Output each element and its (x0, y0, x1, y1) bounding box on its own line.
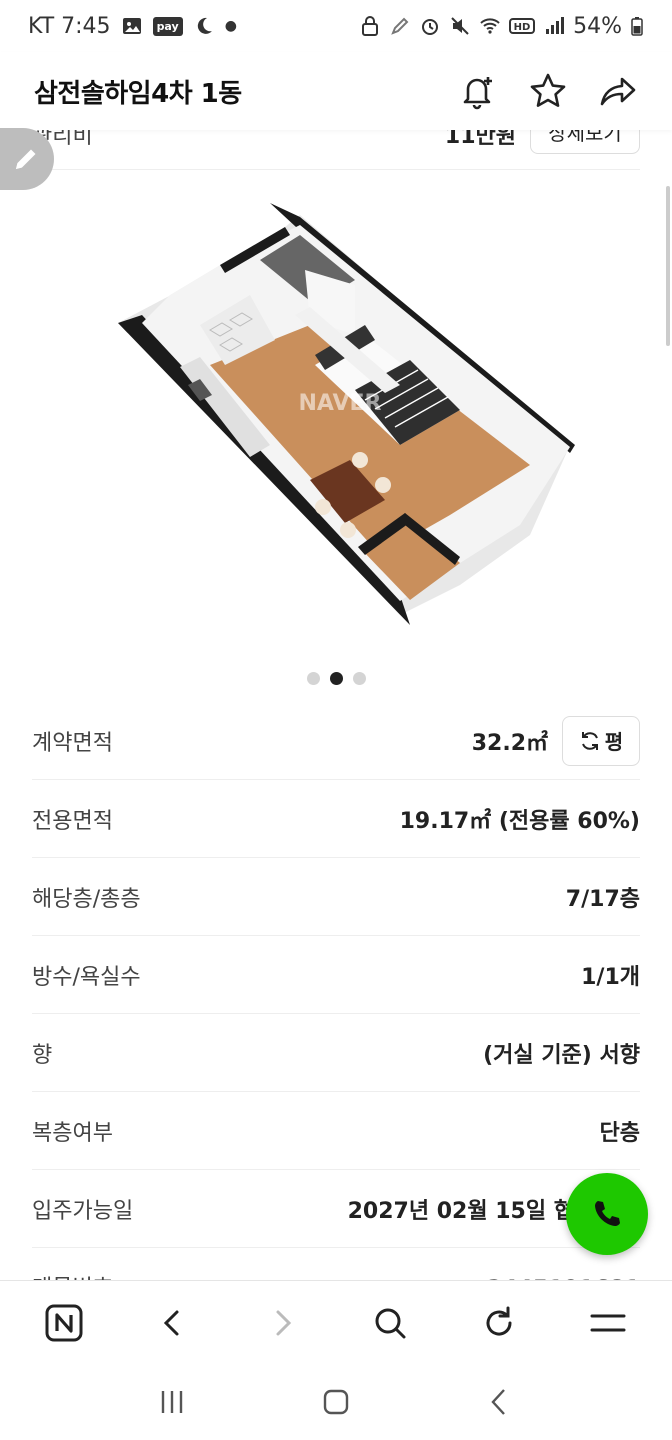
info-label: 해당층/총층 (32, 886, 141, 912)
info-row-floor: 해당층/총층 7/17층 (32, 858, 640, 936)
system-back-button[interactable] (475, 1377, 525, 1427)
moon-icon (197, 17, 212, 34)
menu-button[interactable] (580, 1295, 636, 1351)
mute-icon (451, 17, 469, 35)
pencil-icon (16, 149, 36, 169)
forward-button[interactable] (254, 1295, 310, 1351)
call-button[interactable] (566, 1173, 648, 1255)
info-row-contract-area: 계약면적 32.2㎡ 평 (32, 702, 640, 780)
home-button[interactable] (311, 1377, 361, 1427)
edit-button[interactable] (0, 128, 54, 190)
hamburger-icon (590, 1314, 626, 1331)
watermark-text: NAVER (299, 391, 382, 416)
chevron-left-icon (163, 1310, 179, 1335)
info-value: 2027년 02월 15일 협 (347, 1198, 574, 1224)
info-label: 방수/욕실수 (32, 964, 141, 990)
add-alert-button[interactable] (458, 71, 498, 111)
recent-apps-icon (161, 1391, 183, 1413)
info-label: 계약면적 (32, 730, 113, 756)
info-value: 32.2㎡ (471, 730, 548, 756)
carousel-dot[interactable] (352, 672, 366, 685)
refresh-button[interactable] (471, 1295, 527, 1351)
favorite-button[interactable] (528, 71, 568, 111)
info-row-exclusive-area: 전용면적 19.17㎡ (전용률 60%) (32, 780, 640, 858)
lock-icon (362, 16, 379, 36)
dot-icon: ● (224, 18, 237, 34)
reload-icon (486, 1306, 512, 1336)
info-value: 19.17㎡ (전용률 60%) (399, 808, 640, 834)
pay-icon: pay (152, 16, 183, 36)
battery-percent: 54% (573, 13, 622, 39)
share-arrow-icon (600, 77, 636, 106)
info-value: (거실 기준) 서향 (483, 1042, 640, 1068)
unit-convert-label: 평 (604, 730, 624, 754)
info-label: 향 (32, 1042, 53, 1068)
alarm-icon (422, 19, 439, 35)
info-row-move-in-date: 입주가능일 2027년 02월 15일 협 (32, 1170, 640, 1248)
recent-apps-button[interactable] (147, 1377, 197, 1427)
back-button[interactable] (145, 1295, 201, 1351)
svg-text:HD: HD (514, 22, 531, 33)
info-row-duplex: 복층여부 단층 (32, 1092, 640, 1170)
search-icon (375, 1308, 406, 1338)
hd-icon: HD (509, 18, 536, 34)
page-title: 삼전솔하임4차 1동 (34, 78, 242, 109)
info-value: 1/1개 (581, 964, 640, 990)
info-row-direction: 향 (거실 기준) 서향 (32, 1014, 640, 1092)
info-value: 7/17층 (565, 886, 640, 912)
status-bar: KT 7:45 pay ● HD 54% (0, 0, 672, 52)
refresh-icon (581, 731, 598, 750)
gallery-icon (122, 18, 141, 34)
star-icon (530, 73, 566, 107)
info-label: 복층여부 (32, 1120, 113, 1146)
battery-icon (631, 17, 643, 36)
unit-convert-button[interactable]: 평 (562, 715, 640, 766)
app-header: 삼전솔하임4차 1동 (0, 52, 672, 130)
naver-home-button[interactable] (36, 1295, 92, 1351)
pen-icon (391, 17, 409, 35)
info-label: 입주가능일 (32, 1198, 134, 1224)
search-button[interactable] (362, 1295, 418, 1351)
chevron-right-icon (276, 1310, 291, 1335)
home-square-icon (323, 1389, 349, 1415)
carrier-time: KT 7:45 (28, 13, 111, 39)
share-button[interactable] (598, 71, 638, 111)
naver-n-icon (45, 1304, 83, 1341)
phone-icon (595, 1201, 620, 1226)
carousel-dot-active[interactable] (329, 672, 343, 685)
carousel-indicator (0, 672, 672, 685)
wifi-icon (480, 18, 500, 34)
back-chevron-icon (491, 1389, 505, 1415)
browser-toolbar (0, 1280, 672, 1364)
signal-icon (546, 17, 565, 34)
info-row-rooms: 방수/욕실수 1/1개 (32, 936, 640, 1014)
info-label: 전용면적 (32, 808, 113, 834)
info-value: 단층 (599, 1120, 640, 1146)
carousel-dot[interactable] (306, 672, 320, 685)
property-info-list: 계약면적 32.2㎡ 평 전용면적 19.17㎡ (전용률 60%) 해당층/총… (32, 702, 640, 1288)
floor-plan-image[interactable]: NAVER (100, 195, 580, 635)
android-navigation-bar (0, 1364, 672, 1440)
scrollbar[interactable] (666, 186, 670, 346)
bell-plus-icon (463, 77, 492, 110)
